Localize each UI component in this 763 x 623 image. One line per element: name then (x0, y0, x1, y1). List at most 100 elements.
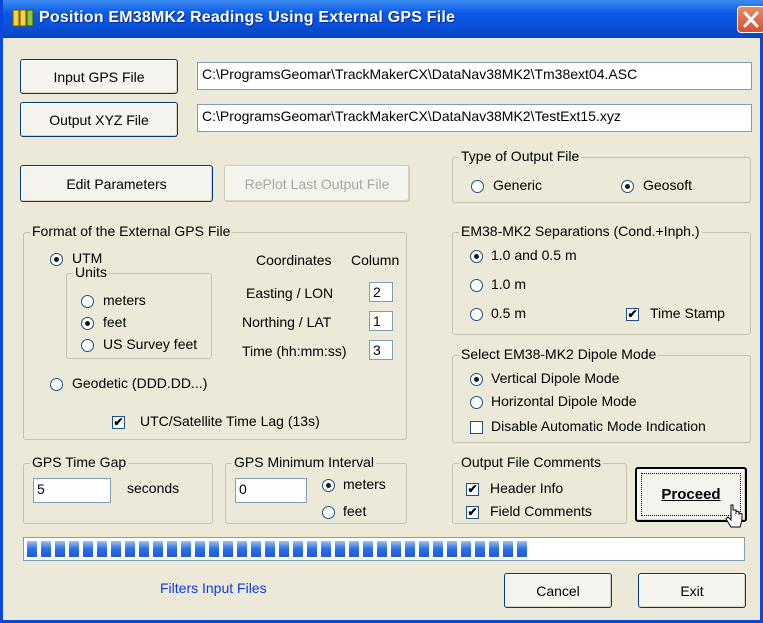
replot-last-output-button: RePlot Last Output File (224, 165, 410, 202)
time-label: Time (hh:mm:ss) (242, 343, 347, 359)
dipole-title: Select EM38-MK2 Dipole Mode (459, 346, 659, 362)
feet-label: feet (103, 314, 127, 330)
utm-radio[interactable] (50, 253, 63, 266)
field-comments-checkbox[interactable]: ✔ (466, 506, 479, 519)
progress-segment (461, 541, 471, 557)
min-interval-value: 0 (239, 481, 247, 497)
dialog-window: Position EM38MK2 Readings Using External… (0, 0, 763, 623)
easting-label: Easting / LON (246, 285, 334, 301)
geodetic-label: Geodetic (DDD.DD...) (72, 375, 208, 391)
exit-button[interactable]: Exit (638, 573, 746, 608)
progress-segment (69, 541, 79, 557)
progress-segment (265, 541, 275, 557)
replot-last-output-label: RePlot Last Output File (244, 175, 390, 192)
progress-segment (307, 541, 317, 557)
geosoft-label: Geosoft (643, 177, 693, 193)
meters-label: meters (103, 292, 146, 308)
progress-segment (181, 541, 191, 557)
progress-segment (97, 541, 107, 557)
progress-bar (23, 537, 745, 561)
sep-1-0-and-0-5-radio[interactable] (470, 250, 483, 263)
meters-radio[interactable] (81, 295, 94, 308)
vertical-dipole-radio[interactable] (470, 373, 483, 386)
close-button[interactable] (737, 6, 763, 33)
progress-segment (139, 541, 149, 557)
progress-segment (489, 541, 499, 557)
cancel-button[interactable]: Cancel (504, 573, 612, 608)
disable-auto-mode-checkbox[interactable] (470, 421, 483, 434)
output-xyz-file-label: Output XYZ File (49, 111, 149, 128)
generic-label: Generic (493, 177, 543, 193)
geodetic-radio[interactable] (50, 378, 63, 391)
time-column-field[interactable]: 3 (369, 340, 393, 360)
input-gps-path-field[interactable]: C:\ProgramsGeomar\TrackMakerCX\DataNav38… (197, 62, 752, 90)
progress-segment (111, 541, 121, 557)
progress-segment (391, 541, 401, 557)
min-interval-field[interactable]: 0 (235, 478, 307, 503)
comments-title: Output File Comments (459, 454, 604, 470)
output-xyz-file-button[interactable]: Output XYZ File (20, 102, 178, 137)
progress-segment (419, 541, 429, 557)
progress-segment (223, 541, 233, 557)
generic-radio[interactable] (471, 180, 484, 193)
app-icon (12, 9, 34, 27)
header-info-checkbox[interactable]: ✔ (466, 483, 479, 496)
utc-lag-label: UTC/Satellite Time Lag (13s) (140, 413, 320, 429)
progress-segment (167, 541, 177, 557)
vertical-dipole-label: Vertical Dipole Mode (491, 370, 620, 386)
utc-lag-checkbox[interactable]: ✔ (112, 416, 125, 429)
feet-radio[interactable] (81, 317, 94, 330)
output-xyz-path-value: C:\ProgramsGeomar\TrackMakerCX\DataNav38… (202, 108, 621, 124)
progress-segment (153, 541, 163, 557)
progress-segment (335, 541, 345, 557)
progress-segment (55, 541, 65, 557)
progress-segment (125, 541, 135, 557)
units-group: Units meters feet US Survey feet (66, 264, 212, 359)
progress-segment (475, 541, 485, 557)
progress-segment (377, 541, 387, 557)
sep-0-5-label: 0.5 m (491, 305, 527, 321)
us-survey-feet-label: US Survey feet (103, 336, 198, 352)
geosoft-radio[interactable] (621, 180, 634, 193)
horizontal-dipole-radio[interactable] (470, 396, 483, 409)
input-gps-file-label: Input GPS File (53, 68, 145, 85)
sep-1-0-radio[interactable] (470, 279, 483, 292)
header-info-label: Header Info (490, 480, 564, 496)
proceed-button[interactable]: Proceed (635, 467, 747, 528)
coordinates-header: Coordinates (256, 252, 332, 268)
edit-parameters-label: Edit Parameters (66, 175, 167, 192)
title-bar[interactable]: Position EM38MK2 Readings Using External… (3, 0, 763, 38)
time-stamp-checkbox[interactable]: ✔ (626, 308, 639, 321)
column-header: Column (351, 252, 400, 268)
us-survey-feet-radio[interactable] (81, 339, 94, 352)
progress-segment (503, 541, 513, 557)
progress-segment (41, 541, 51, 557)
interval-feet-label: feet (343, 503, 367, 519)
progress-segment (83, 541, 93, 557)
progress-segment (293, 541, 303, 557)
northing-label: Northing / LAT (242, 314, 332, 330)
time-gap-group: GPS Time Gap 5 seconds (23, 454, 213, 524)
progress-segment (321, 541, 331, 557)
northing-column-field[interactable]: 1 (369, 311, 393, 331)
min-interval-title: GPS Minimum Interval (232, 454, 377, 470)
dipole-group: Select EM38-MK2 Dipole Mode Vertical Dip… (452, 346, 751, 443)
interval-meters-radio[interactable] (322, 479, 335, 492)
sep-0-5-radio[interactable] (470, 308, 483, 321)
output-xyz-path-field[interactable]: C:\ProgramsGeomar\TrackMakerCX\DataNav38… (197, 104, 752, 132)
gps-format-title: Format of the External GPS File (30, 223, 233, 239)
sep-1-0-and-0-5-label: 1.0 and 0.5 m (491, 247, 577, 263)
input-gps-path-value: C:\ProgramsGeomar\TrackMakerCX\DataNav38… (202, 66, 638, 82)
interval-feet-radio[interactable] (322, 506, 335, 519)
time-gap-field[interactable]: 5 (33, 478, 111, 503)
close-icon (743, 11, 759, 28)
progress-segment (447, 541, 457, 557)
output-type-title: Type of Output File (459, 148, 582, 164)
easting-column-field[interactable]: 2 (369, 282, 393, 302)
progress-segment (517, 541, 527, 557)
input-gps-file-button[interactable]: Input GPS File (20, 59, 178, 94)
status-text: Filters Input Files (160, 580, 267, 596)
edit-parameters-button[interactable]: Edit Parameters (20, 165, 213, 202)
disable-auto-mode-label: Disable Automatic Mode Indication (491, 418, 706, 434)
progress-segment (195, 541, 205, 557)
